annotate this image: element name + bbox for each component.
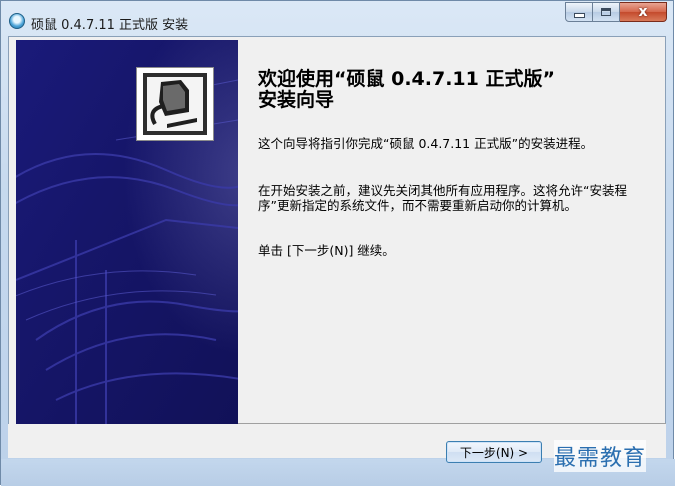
heading-line-2: 安装向导 bbox=[258, 89, 335, 111]
maximize-icon bbox=[601, 8, 611, 16]
watermark-text: 最需教育 bbox=[554, 440, 647, 472]
title-bar[interactable]: 硕鼠 0.4.7.11 正式版 安装 x bbox=[1, 1, 673, 37]
window-title: 硕鼠 0.4.7.11 正式版 安装 bbox=[31, 18, 189, 33]
close-button[interactable]: x bbox=[620, 2, 667, 22]
footer-divider bbox=[238, 423, 666, 424]
advice-paragraph: 在开始安装之前，建议先关闭其他所有应用程序。这将允许“安装程序”更新指定的系统文… bbox=[258, 183, 627, 213]
heading-line-1: 欢迎使用“硕鼠 0.4.7.11 正式版” bbox=[258, 68, 555, 90]
installer-box-icon bbox=[143, 73, 207, 135]
minimize-icon bbox=[573, 13, 585, 18]
app-icon bbox=[9, 13, 25, 29]
minimize-button[interactable] bbox=[565, 2, 593, 22]
next-button[interactable]: 下一步(N) > bbox=[446, 441, 542, 463]
wizard-heading: 欢迎使用“硕鼠 0.4.7.11 正式版” 安装向导 bbox=[258, 69, 658, 111]
maximize-button[interactable] bbox=[593, 2, 620, 22]
caption-buttons: x bbox=[565, 2, 667, 24]
continue-hint: 单击 [下一步(N)] 继续。 bbox=[258, 243, 395, 258]
installer-logo bbox=[136, 67, 214, 141]
intro-paragraph: 这个向导将指引你完成“硕鼠 0.4.7.11 正式版”的安装进程。 bbox=[258, 136, 594, 151]
close-icon: x bbox=[638, 4, 648, 20]
